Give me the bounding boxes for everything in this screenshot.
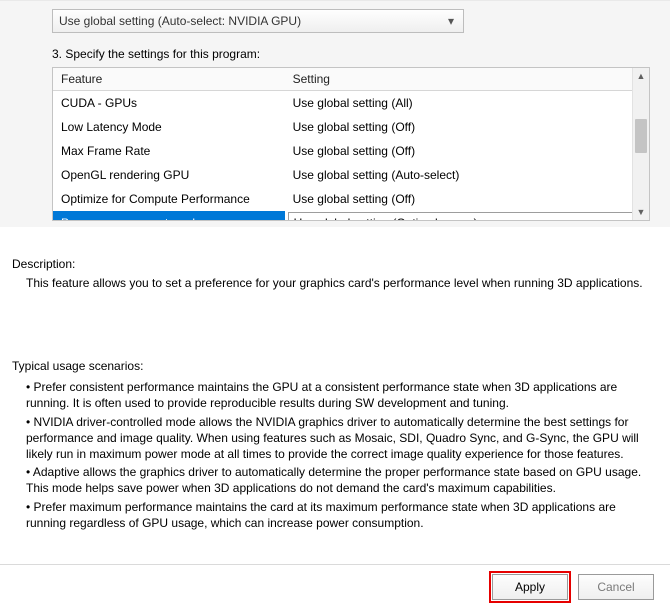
cancel-button[interactable]: Cancel xyxy=(578,574,654,600)
global-setting-row: Use global setting (Auto-select: NVIDIA … xyxy=(12,1,658,43)
usage-item: Prefer maximum performance maintains the… xyxy=(26,499,644,531)
setting-cell: Use global setting (Off) xyxy=(285,139,632,163)
feature-cell: Max Frame Rate xyxy=(53,139,285,163)
usage-heading: Typical usage scenarios: xyxy=(12,359,658,373)
table-row[interactable]: Low Latency Mode Use global setting (Off… xyxy=(53,115,632,139)
feature-cell: OpenGL rendering GPU xyxy=(53,163,285,187)
setting-dropdown-value: Use global setting (Optimal power) xyxy=(294,214,478,220)
usage-item: NVIDIA driver-controlled mode allows the… xyxy=(26,414,644,463)
chevron-down-icon: ▾ xyxy=(621,214,632,220)
settings-table-container: Feature Setting CUDA - GPUs Use global s… xyxy=(52,67,650,221)
settings-table: Feature Setting CUDA - GPUs Use global s… xyxy=(53,68,632,220)
feature-cell: Optimize for Compute Performance xyxy=(53,187,285,211)
table-row[interactable]: CUDA - GPUs Use global setting (All) xyxy=(53,91,632,116)
description-heading: Description: xyxy=(12,257,658,271)
table-row[interactable]: OpenGL rendering GPU Use global setting … xyxy=(53,163,632,187)
description-text: This feature allows you to set a prefere… xyxy=(26,275,658,291)
setting-cell: Use global setting (All) xyxy=(285,91,632,116)
table-row-selected[interactable]: Power management mode Use global setting… xyxy=(53,211,632,220)
chevron-down-icon: ▾ xyxy=(443,14,459,28)
column-header-feature[interactable]: Feature xyxy=(53,68,285,91)
setting-cell: Use global setting (Off) xyxy=(285,187,632,211)
scroll-down-icon[interactable]: ▼ xyxy=(633,204,649,220)
table-scrollbar[interactable]: ▲ ▼ xyxy=(632,68,649,220)
setting-dropdown[interactable]: Use global setting (Optimal power) ▾ xyxy=(288,212,632,220)
apply-button[interactable]: Apply xyxy=(492,574,568,600)
settings-table-body: Feature Setting CUDA - GPUs Use global s… xyxy=(53,68,632,220)
usage-item: Prefer consistent performance maintains … xyxy=(26,379,644,411)
table-row[interactable]: Max Frame Rate Use global setting (Off) xyxy=(53,139,632,163)
scroll-thumb[interactable] xyxy=(635,119,647,153)
step-3-label: 3. Specify the settings for this program… xyxy=(12,43,658,67)
scroll-track[interactable] xyxy=(633,84,649,204)
table-row[interactable]: Optimize for Compute Performance Use glo… xyxy=(53,187,632,211)
feature-cell: CUDA - GPUs xyxy=(53,91,285,116)
global-setting-value: Use global setting (Auto-select: NVIDIA … xyxy=(59,14,301,28)
usage-list: Prefer consistent performance maintains … xyxy=(26,379,644,531)
global-setting-dropdown[interactable]: Use global setting (Auto-select: NVIDIA … xyxy=(52,9,464,33)
description-section: Description: This feature allows you to … xyxy=(0,227,670,531)
feature-cell: Low Latency Mode xyxy=(53,115,285,139)
program-settings-panel: Use global setting (Auto-select: NVIDIA … xyxy=(0,0,670,227)
setting-cell: Use global setting (Off) xyxy=(285,115,632,139)
feature-cell: Power management mode xyxy=(53,211,285,220)
usage-item: Adaptive allows the graphics driver to a… xyxy=(26,464,644,496)
column-header-setting[interactable]: Setting xyxy=(285,68,632,91)
setting-cell: Use global setting (Auto-select) xyxy=(285,163,632,187)
setting-cell-selected: Use global setting (Optimal power) ▾ xyxy=(285,211,632,220)
dialog-footer: Apply Cancel xyxy=(0,564,670,609)
scroll-up-icon[interactable]: ▲ xyxy=(633,68,649,84)
